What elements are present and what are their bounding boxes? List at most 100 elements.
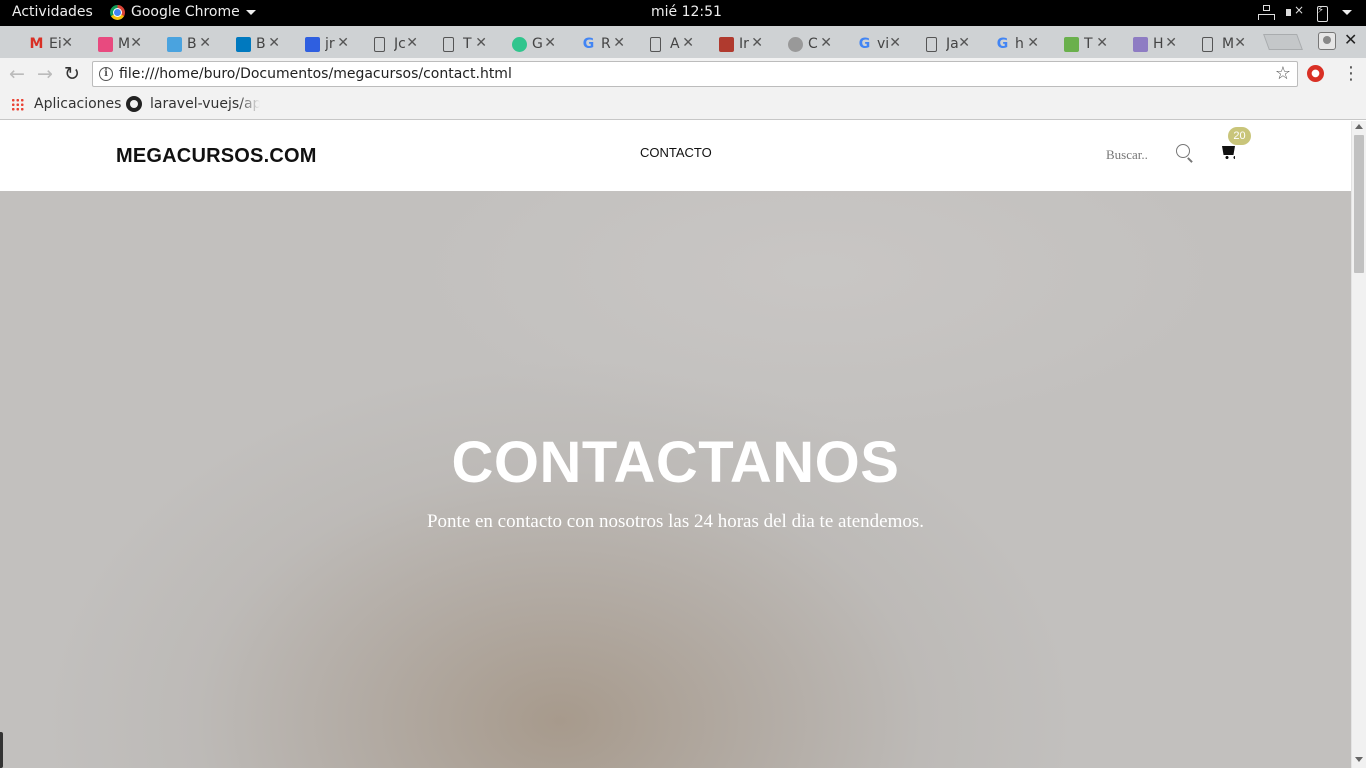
browser-tab[interactable]: B ✕ [154,30,220,58]
site-header: MEGACURSOS.COM CONTACTO 20 [0,121,1351,191]
kebab-menu-icon[interactable]: ⋮ [1342,63,1360,84]
reload-icon[interactable]: ↻ [64,63,80,85]
bookmark-github[interactable]: laravel-vuejs/app [150,96,260,112]
browser-tab[interactable]: M ✕ [1189,30,1255,58]
page-scrollbar[interactable] [1351,121,1366,768]
tab-strip: M Ei ✕ M ✕ B ✕ B ✕ jr ✕ Jc ✕ T ✕ G ✕ G R ✕ A ✕ Ir ✕ C ✕ Gvi ✕ Ja ✕ Gh ✕… [0,26,1366,58]
tab-close-icon[interactable]: ✕ [682,35,694,51]
gmail-icon: M [29,35,44,52]
nav-contact-link[interactable]: CONTACTO [640,145,712,160]
url-text[interactable]: file:///home/buro/Documentos/megacursos/… [119,66,512,82]
tab-close-icon[interactable]: ✕ [544,35,556,51]
hero-subtitle: Ponte en contacto con nosotros las 24 ho… [426,511,925,532]
browser-tab[interactable]: T ✕ [430,30,496,58]
browser-tab[interactable]: T ✕ [1051,30,1117,58]
bookmark-star-icon[interactable]: ☆ [1275,63,1291,84]
document-icon [1202,36,1213,52]
bookmark-apps[interactable]: Aplicaciones [34,96,121,112]
tab-close-icon[interactable]: ✕ [1165,35,1177,51]
scroll-thumb[interactable] [1354,135,1364,273]
browser-tab[interactable]: A ✕ [637,30,703,58]
clock[interactable]: mié 12:51 [651,4,722,20]
new-tab-button[interactable] [1263,34,1303,50]
app-menu[interactable]: Google Chrome [110,4,256,20]
tab-close-icon[interactable]: ✕ [613,35,625,51]
chevron-down-icon[interactable] [1342,10,1352,15]
tab-title: G [532,36,543,52]
network-icon[interactable] [1258,5,1275,20]
window-close-icon[interactable]: ✕ [1344,30,1357,49]
browser-tab[interactable]: Ja ✕ [913,30,979,58]
browser-tab[interactable]: jr ✕ [292,30,358,58]
scroll-up-icon[interactable] [1355,124,1363,129]
browser-tab[interactable]: Gh ✕ [982,30,1048,58]
volume-muted-icon[interactable] [1286,3,1304,20]
tab-close-icon[interactable]: ✕ [1234,35,1246,51]
document-icon [443,36,454,52]
system-tray[interactable] [1258,3,1352,22]
document-icon [374,36,385,52]
leaf-icon [1064,36,1079,52]
browser-tab[interactable]: Gvi ✕ [844,30,910,58]
tab-title: C [808,36,818,52]
tab-title: h [1015,36,1024,52]
globe-icon [788,36,803,52]
tab-close-icon[interactable]: ✕ [1027,35,1039,51]
trello-icon [236,36,251,52]
site-brand[interactable]: MEGACURSOS.COM [116,145,317,168]
tab-close-icon[interactable]: ✕ [406,35,418,51]
tab-close-icon[interactable]: ✕ [889,35,901,51]
github-icon[interactable] [126,96,142,112]
browser-tab[interactable]: G R ✕ [568,30,634,58]
tab-title: jr [325,36,335,52]
tab-close-icon[interactable]: ✕ [820,35,832,51]
system-top-bar: Actividades Google Chrome mié 12:51 [0,0,1366,26]
browser-tab[interactable]: Ir ✕ [706,30,772,58]
tab-close-icon[interactable]: ✕ [268,35,280,51]
tab-close-icon[interactable]: ✕ [61,35,73,51]
address-bar[interactable]: i file:///home/buro/Documentos/megacurso… [92,61,1298,87]
tab-title: B [256,36,266,52]
google-icon: G [858,35,871,52]
scroll-down-icon[interactable] [1355,757,1363,762]
browser-tab[interactable]: M Ei ✕ [16,30,82,58]
browser-tab[interactable]: C ✕ [775,30,841,58]
tab-close-icon[interactable]: ✕ [337,35,349,51]
tab-title: Ir [739,36,749,52]
tab-title: vi [877,36,889,52]
browser-tab[interactable]: G ✕ [499,30,565,58]
tab-close-icon[interactable]: ✕ [958,35,970,51]
back-arrow-icon[interactable]: ← [9,63,25,85]
search-icon[interactable] [1176,144,1190,158]
forward-arrow-icon[interactable]: → [37,63,53,85]
browser-tab[interactable]: H ✕ [1120,30,1186,58]
search-input[interactable] [1100,143,1166,167]
tab-title: T [463,36,472,52]
chart-icon [167,36,182,52]
tab-title: A [670,36,680,52]
apps-grid-icon[interactable] [11,98,24,111]
extension-icon[interactable]: ● [1307,65,1324,82]
shield-icon [305,36,320,52]
cart-wheels [1223,156,1235,159]
browser-tab[interactable]: B ✕ [223,30,289,58]
browser-tab[interactable]: Jc ✕ [361,30,427,58]
browser-tab[interactable]: M ✕ [85,30,151,58]
tab-close-icon[interactable]: ✕ [199,35,211,51]
app-menu-label: Google Chrome [131,4,240,20]
document-icon [650,36,661,52]
profile-icon[interactable] [1318,32,1336,50]
browser-toolbar: ← → ↻ i file:///home/buro/Documentos/meg… [0,58,1366,90]
tab-title: H [1153,36,1164,52]
tab-close-icon[interactable]: ✕ [130,35,142,51]
tab-close-icon[interactable]: ✕ [475,35,487,51]
info-icon[interactable]: i [99,67,113,81]
cart-icon[interactable] [1222,146,1235,155]
tab-title: M [118,36,130,52]
dock-edge-handle [0,732,3,768]
tab-close-icon[interactable]: ✕ [751,35,763,51]
tab-title: Ja [946,36,958,52]
activities-button[interactable]: Actividades [12,4,93,20]
battery-charging-icon[interactable] [1314,5,1329,22]
tab-close-icon[interactable]: ✕ [1096,35,1108,51]
